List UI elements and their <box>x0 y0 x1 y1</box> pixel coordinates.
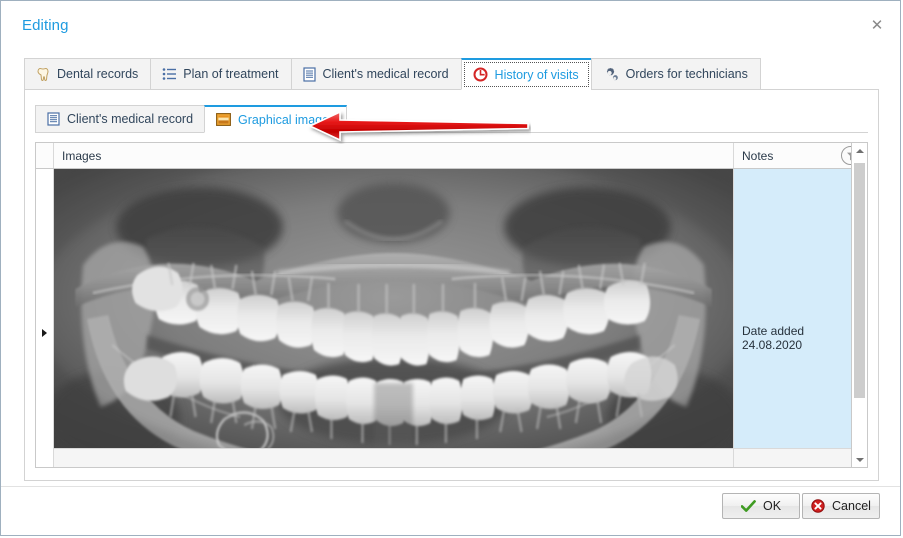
scrollbar-thumb[interactable] <box>854 163 865 398</box>
subtab-label: Graphical images <box>238 112 336 127</box>
tab-label: Dental records <box>57 67 139 81</box>
bullet-list-icon <box>162 67 177 81</box>
tab-clients-medical-record[interactable]: Client's medical record <box>290 58 461 90</box>
tab-label: Plan of treatment <box>183 67 279 81</box>
picture-icon <box>216 113 231 126</box>
ok-button[interactable]: OK <box>722 493 800 519</box>
tab-label: Client's medical record <box>322 67 449 81</box>
subtabstrip-divider <box>35 132 868 133</box>
current-row-marker-icon <box>42 329 47 337</box>
empty-grid-area <box>54 448 733 467</box>
main-tabs: Dental records Plan of treatment Client'… <box>24 58 761 90</box>
tab-label: History of visits <box>494 67 579 82</box>
cell-image[interactable] <box>54 169 734 467</box>
images-grid: Images Notes Date added 24.08.2020 <box>35 142 868 468</box>
cancel-button-label: Cancel <box>832 499 871 513</box>
row-indicator-header <box>36 143 54 168</box>
column-header-notes[interactable]: Notes <box>734 143 867 168</box>
chevron-up-icon[interactable] <box>852 143 867 158</box>
subtab-graphical-images[interactable]: Graphical images <box>204 105 348 133</box>
subtab-clients-medical-record[interactable]: Client's medical record <box>35 105 205 133</box>
ok-button-label: OK <box>762 499 782 513</box>
tab-history-of-visits[interactable]: History of visits <box>460 58 591 90</box>
cell-notes[interactable]: Date added 24.08.2020 <box>734 169 867 467</box>
column-header-label: Images <box>62 148 102 163</box>
column-header-images[interactable]: Images <box>54 143 734 168</box>
green-check-icon <box>740 499 756 513</box>
editing-dialog: Editing ✕ Dental records Plan of treatme… <box>0 0 901 536</box>
title-bar: Editing ✕ <box>1 1 900 45</box>
page-title: Editing <box>22 17 69 34</box>
tab-plan-of-treatment[interactable]: Plan of treatment <box>150 58 291 90</box>
empty-grid-area-notes <box>734 448 867 467</box>
cancel-button[interactable]: Cancel <box>802 493 880 519</box>
tab-content-panel: Client's medical record Graphical images <box>24 90 879 481</box>
document-icon <box>302 66 316 82</box>
subtab-label: Client's medical record <box>67 112 194 126</box>
close-icon[interactable]: ✕ <box>866 15 888 37</box>
grid-body: Date added 24.08.2020 <box>36 169 867 467</box>
tab-orders-for-technicians[interactable]: Orders for technicians <box>590 58 761 90</box>
red-x-icon <box>811 499 825 513</box>
grid-vertical-scrollbar[interactable] <box>851 142 868 468</box>
document-icon <box>47 112 60 126</box>
footer-divider <box>1 486 900 487</box>
panoramic-xray-image <box>54 169 733 448</box>
gears-icon <box>603 67 619 82</box>
notes-value: Date added 24.08.2020 <box>742 324 805 352</box>
tooth-icon <box>36 67 50 82</box>
tab-dental-records[interactable]: Dental records <box>24 58 151 90</box>
sub-tabs: Client's medical record Graphical images <box>35 105 348 133</box>
grid-header-row: Images Notes <box>36 143 867 169</box>
column-header-label: Notes <box>742 148 774 163</box>
clock-icon <box>473 67 488 82</box>
chevron-down-icon[interactable] <box>852 452 867 467</box>
tab-label: Orders for technicians <box>625 67 748 81</box>
row-indicator-column <box>36 169 54 467</box>
